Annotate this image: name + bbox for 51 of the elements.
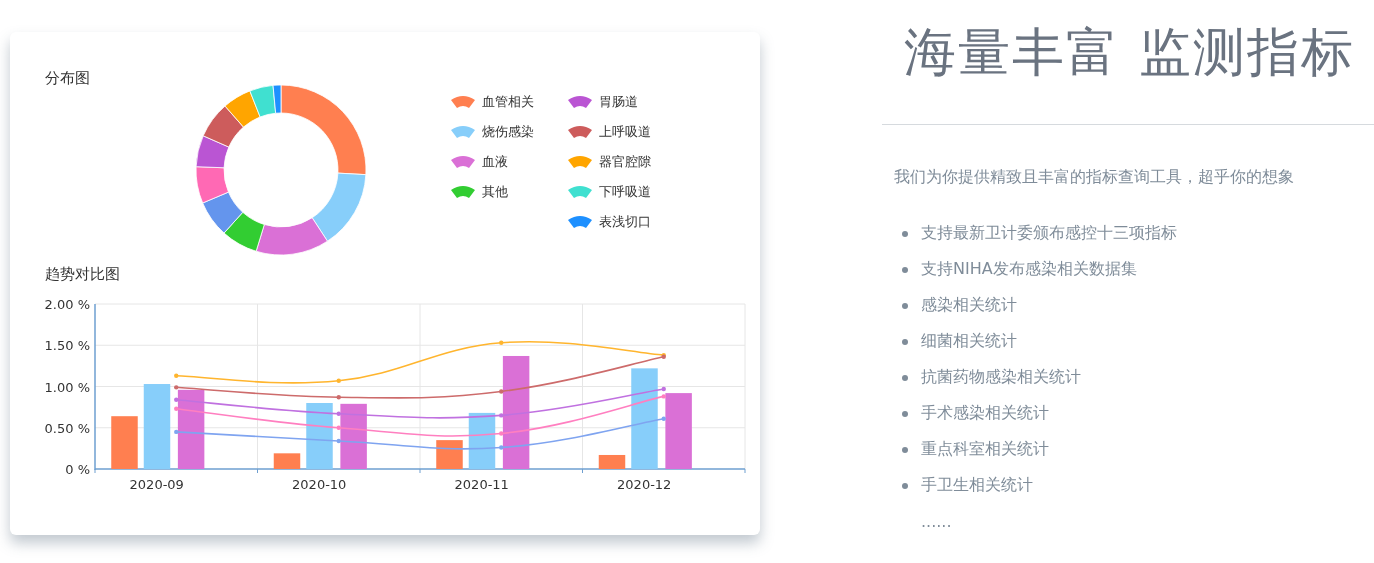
donut-slice bbox=[224, 90, 261, 128]
feature-item: 支持最新卫计委颁布感控十三项指标 bbox=[921, 223, 1177, 244]
bullet-icon bbox=[902, 482, 908, 489]
intro-text: 我们为你提供精致且丰富的指标查询工具，超乎你的想象 bbox=[894, 167, 1295, 188]
donut-slice bbox=[202, 191, 244, 234]
bar bbox=[273, 453, 301, 469]
feature-item: 细菌相关统计 bbox=[921, 331, 1017, 352]
feature-item: 手术感染相关统计 bbox=[921, 403, 1049, 424]
feature-item: 感染相关统计 bbox=[921, 295, 1017, 316]
bar bbox=[468, 412, 496, 469]
donut-slice bbox=[195, 135, 230, 169]
axis-label: 0.50 % bbox=[44, 420, 90, 436]
bar bbox=[340, 403, 367, 469]
legend-label: 上呼吸道 bbox=[599, 123, 651, 141]
axis-label: 0 % bbox=[65, 462, 90, 477]
donut-slice bbox=[195, 166, 229, 204]
donut-slice bbox=[202, 105, 244, 148]
legend-label: 表浅切口 bbox=[599, 213, 651, 231]
feature-item: 支持NIHA发布感染相关数据集 bbox=[921, 259, 1137, 280]
bullet-icon bbox=[902, 266, 908, 273]
bullet-icon bbox=[902, 230, 908, 237]
axis-label: 2020-09 bbox=[129, 477, 184, 492]
chart-title: 分布图 bbox=[45, 68, 91, 88]
axis-label: 2.00 % bbox=[44, 297, 90, 312]
legend-label: 烧伤感染 bbox=[482, 123, 534, 141]
bullet-icon bbox=[902, 410, 908, 417]
legend-label: 器官腔隙 bbox=[599, 153, 651, 171]
axis-label: 2020-10 bbox=[292, 477, 347, 492]
axis-label: 1.50 % bbox=[44, 338, 90, 354]
legend-label: 血液 bbox=[482, 153, 508, 171]
bar bbox=[436, 440, 463, 469]
legend-label: 血管相关 bbox=[482, 93, 534, 111]
axis-label: 2020-11 bbox=[454, 477, 509, 492]
feature-item: 抗菌药物感染相关统计 bbox=[921, 367, 1081, 388]
legend-label: 其他 bbox=[482, 183, 508, 201]
chart-title: 趋势对比图 bbox=[45, 264, 121, 284]
axis-label: 1.00 % bbox=[44, 379, 90, 395]
feature-item: 手卫生相关统计 bbox=[921, 475, 1033, 496]
bar bbox=[111, 416, 138, 469]
axis-label: 2020-12 bbox=[617, 477, 672, 492]
bar bbox=[306, 403, 333, 469]
bullet-icon bbox=[902, 374, 908, 381]
heading: 海量丰富 监测指标 bbox=[904, 21, 1356, 84]
bullet-icon bbox=[902, 302, 908, 309]
bar bbox=[598, 455, 626, 469]
legend-label: 胃肠道 bbox=[599, 93, 638, 111]
more-text: ...... bbox=[921, 512, 952, 531]
bullet-icon bbox=[902, 338, 908, 345]
feature-item: 重点科室相关统计 bbox=[921, 439, 1049, 460]
legend-label: 下呼吸道 bbox=[599, 183, 651, 201]
bullet-icon bbox=[902, 446, 908, 453]
